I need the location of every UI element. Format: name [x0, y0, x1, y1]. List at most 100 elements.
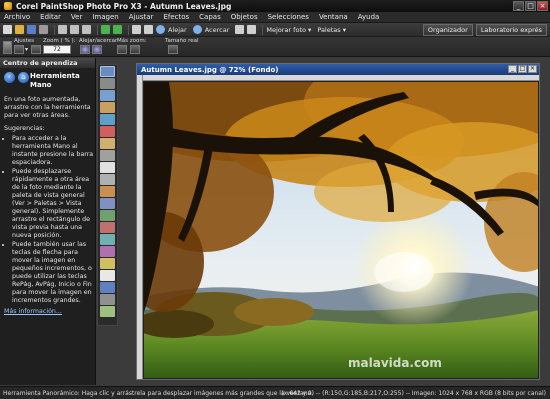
zoom-out-in-label: Alejar/acercar	[79, 38, 118, 44]
undo-icon[interactable]	[101, 25, 110, 34]
doc-close-button[interactable]: ×	[528, 65, 537, 73]
window-controls: _ □ ×	[513, 1, 548, 11]
back-arrow-icon[interactable]: ‹	[4, 72, 15, 83]
palettes-dropdown[interactable]: Paletas ▾	[317, 26, 346, 34]
grip-icon[interactable]	[3, 41, 12, 54]
menu-archivo[interactable]: Archivo	[4, 13, 30, 21]
red-eye-tool-icon[interactable]	[100, 126, 115, 137]
learning-center-header[interactable]: Centro de aprendiza	[0, 58, 95, 68]
express-lab-button[interactable]: Laboratorio exprés	[475, 23, 547, 36]
doc-minimize-button[interactable]: _	[508, 65, 517, 73]
more-info-link[interactable]: Más información...	[4, 308, 94, 316]
organizer-button[interactable]: Organizador	[422, 23, 473, 36]
maximize-button[interactable]: □	[525, 1, 536, 11]
airbrush-icon[interactable]	[100, 210, 115, 221]
full-screen-icon[interactable]	[235, 25, 245, 34]
copy-icon[interactable]	[70, 25, 79, 34]
zoom-more-in-icon[interactable]	[130, 45, 140, 54]
learning-center-palette: Centro de aprendiza ‹ ⌂ Herramienta Mano…	[0, 58, 96, 385]
zoom-more-out-icon[interactable]	[117, 45, 127, 54]
flood-fill-icon[interactable]	[100, 258, 115, 269]
pick-tool-icon[interactable]	[100, 78, 115, 89]
home-icon[interactable]: ⌂	[18, 72, 29, 83]
tips-list: Para acceder a la herramienta Mano al in…	[4, 135, 94, 305]
hand-preset-icon[interactable]	[14, 45, 24, 54]
cut-icon[interactable]	[58, 25, 67, 34]
autumn-leaves-photo	[144, 82, 538, 378]
paste-icon[interactable]	[82, 25, 91, 34]
improve-photo-dropdown[interactable]: Mejorar foto ▾	[266, 26, 311, 34]
zoom-out-icon[interactable]	[156, 25, 165, 34]
zoom-in-icon[interactable]	[192, 25, 202, 34]
menu-selecciones[interactable]: Selecciones	[268, 13, 309, 21]
text-tool-icon[interactable]	[100, 270, 115, 281]
reset-icon[interactable]	[31, 45, 41, 54]
save-icon[interactable]	[27, 25, 36, 34]
vertical-ruler	[137, 75, 143, 379]
straighten-tool-icon[interactable]	[100, 114, 115, 125]
actual-size-icon[interactable]	[168, 45, 178, 54]
menu-bar: Archivo Editar Ver Imagen Ajustar Efecto…	[0, 12, 550, 23]
grid-icon[interactable]	[247, 25, 257, 34]
menu-ayuda[interactable]: Ayuda	[358, 13, 380, 21]
selection-tool-icon[interactable]	[100, 90, 115, 101]
toolbar-divider	[54, 24, 55, 35]
menu-efectos[interactable]: Efectos	[163, 13, 189, 21]
learning-nav: ‹ ⌂	[4, 72, 29, 83]
tip-item: Puede desplazarse rápidamente a otra áre…	[12, 168, 94, 240]
color-changer-icon[interactable]	[100, 246, 115, 257]
photo-canvas[interactable]	[144, 82, 538, 378]
document-title[interactable]: Autumn Leaves.jpg @ 72% (Fondo)	[137, 64, 539, 75]
menu-editar[interactable]: Editar	[40, 13, 61, 21]
zoom-out-icon[interactable]	[80, 45, 90, 54]
status-info: (x:642 y:0) -- (R:150,G:185,B:217,O:255)…	[281, 389, 546, 397]
zoom-out-label[interactable]: Alejar	[168, 26, 187, 34]
more-zoom-label: Más zoom:	[117, 38, 147, 44]
eraser-icon[interactable]	[100, 222, 115, 233]
pan-tool-icon[interactable]	[100, 66, 115, 77]
zoom-in-label[interactable]: Acercar	[205, 26, 230, 34]
zoom-label: Zoom ( % ):	[43, 38, 76, 44]
crop-tool-icon[interactable]	[100, 102, 115, 113]
learning-body: En una foto aumentada, arrastre con la h…	[4, 96, 94, 321]
chevron-down-icon[interactable]: ▾	[25, 46, 28, 53]
open-folder-icon[interactable]	[15, 25, 24, 34]
fit-window-icon[interactable]	[132, 25, 141, 34]
app-icon	[4, 2, 12, 10]
workspace: Autumn Leaves.jpg @ 72% (Fondo) _ □ ×	[119, 58, 550, 385]
new-file-icon[interactable]	[3, 25, 12, 34]
dodge-tool-icon[interactable]	[100, 174, 115, 185]
doc-maximize-button[interactable]: □	[518, 65, 527, 73]
makeover-tool-icon[interactable]	[100, 138, 115, 149]
actual-size-icon[interactable]	[144, 25, 153, 34]
picture-tube-icon[interactable]	[100, 234, 115, 245]
menu-capas[interactable]: Capas	[199, 13, 221, 21]
scratch-remover-icon[interactable]	[100, 162, 115, 173]
window-title: Corel PaintShop Photo Pro X3 - Autumn Le…	[16, 1, 232, 11]
zoom-input[interactable]: 72	[43, 45, 71, 54]
standard-toolbar: Alejar Acercar Mejorar foto ▾ Paletas ▾ …	[0, 23, 550, 37]
print-icon[interactable]	[39, 25, 48, 34]
menu-objetos[interactable]: Objetos	[231, 13, 258, 21]
redo-icon[interactable]	[113, 25, 122, 34]
status-hint: Herramienta Panorámico: Haga clic y arrá…	[3, 389, 314, 397]
paint-brush-icon[interactable]	[100, 198, 115, 209]
menu-ver[interactable]: Ver	[71, 13, 82, 21]
menu-ventana[interactable]: Ventana	[319, 13, 348, 21]
warp-brush-icon[interactable]	[100, 306, 115, 317]
zoom-in-icon[interactable]	[92, 45, 102, 54]
minimize-button[interactable]: _	[513, 1, 524, 11]
title-bar: Corel PaintShop Photo Pro X3 - Autumn Le…	[0, 0, 550, 12]
menu-ajustar[interactable]: Ajustar	[129, 13, 154, 21]
menu-imagen[interactable]: Imagen	[92, 13, 118, 21]
tip-item: Puede también usar las teclas de flecha …	[12, 241, 94, 305]
document-window[interactable]: Autumn Leaves.jpg @ 72% (Fondo) _ □ ×	[136, 63, 540, 380]
watermark-text: malavida.com	[348, 356, 442, 370]
lighten-darken-icon[interactable]	[100, 186, 115, 197]
shape-tool-icon[interactable]	[100, 282, 115, 293]
improve-photo-label: Mejorar foto	[266, 25, 306, 34]
tip-item: Para acceder a la herramienta Mano al in…	[12, 135, 94, 167]
close-button[interactable]: ×	[537, 1, 548, 11]
clone-brush-icon[interactable]	[100, 150, 115, 161]
pen-tool-icon[interactable]	[100, 294, 115, 305]
